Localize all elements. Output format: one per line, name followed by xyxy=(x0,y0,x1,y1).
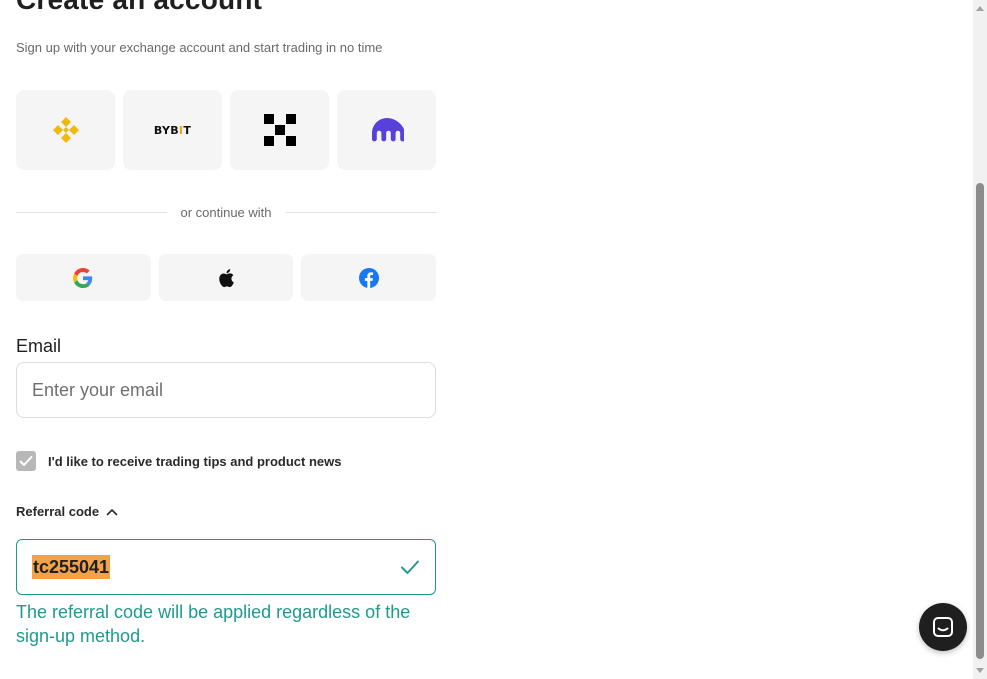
okx-login-button[interactable] xyxy=(230,90,329,170)
email-input[interactable] xyxy=(16,362,436,418)
divider-line xyxy=(16,211,168,213)
signup-page: Create an account Sign up with your exch… xyxy=(0,0,987,679)
google-login-button[interactable] xyxy=(16,254,151,301)
referral-code-input[interactable]: tc255041 xyxy=(16,539,436,595)
divider-line xyxy=(284,211,436,213)
scroll-up-arrow-icon[interactable] xyxy=(976,6,984,11)
referral-code-toggle[interactable]: Referral code xyxy=(16,504,118,519)
scrollbar-thumb[interactable] xyxy=(976,183,984,659)
social-login-row xyxy=(16,254,437,301)
exchange-login-row: BYBIT xyxy=(16,90,436,170)
chevron-up-icon xyxy=(106,508,118,515)
email-label: Email xyxy=(16,336,62,356)
page-title: Create an account xyxy=(16,0,262,16)
facebook-login-button[interactable] xyxy=(301,254,437,301)
kraken-logo-icon xyxy=(371,118,404,142)
referral-code-note: The referral code will be applied regard… xyxy=(16,602,411,646)
referral-code-label: Referral code xyxy=(16,504,100,519)
scroll-down-arrow-icon[interactable] xyxy=(976,668,984,673)
apple-icon xyxy=(219,268,234,287)
binance-login-button[interactable] xyxy=(16,90,115,170)
continue-divider: or continue with xyxy=(16,203,436,221)
bybit-logo-icon: BYBIT xyxy=(153,123,192,137)
okx-logo-icon xyxy=(263,114,296,146)
valid-check-icon xyxy=(401,560,419,574)
newsletter-label[interactable]: I'd like to receive trading tips and pro… xyxy=(48,454,341,469)
referral-code-value[interactable]: tc255041 xyxy=(32,555,111,579)
newsletter-checkbox[interactable] xyxy=(16,451,36,471)
google-icon xyxy=(73,267,93,288)
binance-logo-icon xyxy=(52,117,79,143)
page-scrollbar[interactable] xyxy=(973,0,987,679)
bybit-login-button[interactable]: BYBIT xyxy=(123,90,222,170)
page-subtitle: Sign up with your exchange account and s… xyxy=(16,40,383,55)
facebook-icon xyxy=(358,267,379,288)
chat-widget-button[interactable] xyxy=(919,603,967,651)
newsletter-consent: I'd like to receive trading tips and pro… xyxy=(16,451,341,471)
checkmark-icon xyxy=(19,456,33,466)
chat-icon xyxy=(933,617,953,637)
kraken-login-button[interactable] xyxy=(337,90,436,170)
apple-login-button[interactable] xyxy=(158,254,294,301)
divider-text: or continue with xyxy=(180,204,272,220)
